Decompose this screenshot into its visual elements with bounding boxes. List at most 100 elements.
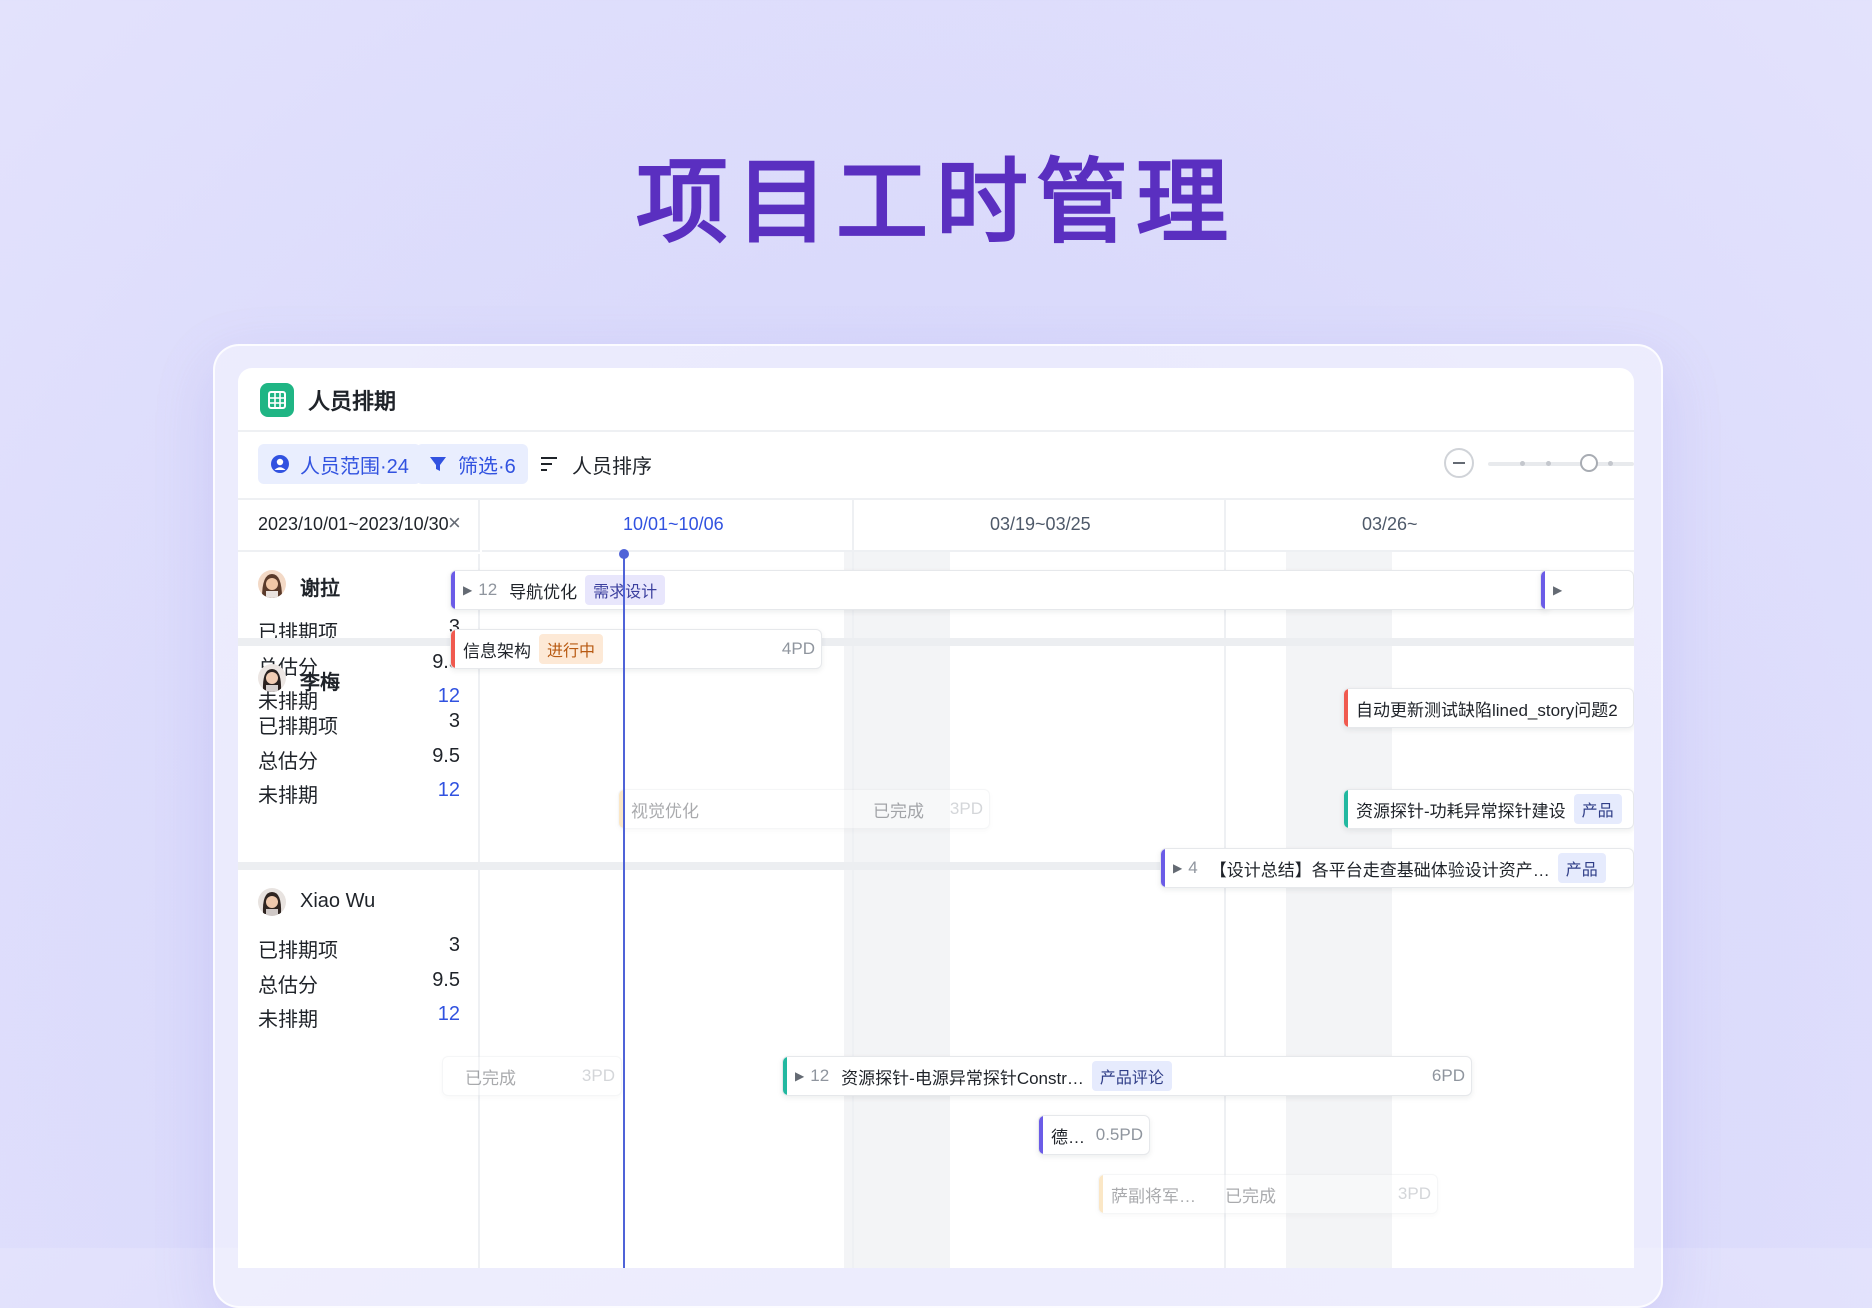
unscheduled-count[interactable]: 12: [438, 1003, 460, 1026]
task-effort: 3PD: [1397, 1184, 1431, 1203]
task-status-stripe: [783, 1057, 787, 1095]
week-label-current: 10/01~10/06: [623, 514, 724, 534]
total-score-label: 总估分: [258, 751, 318, 773]
sort-button[interactable]: 人员排序: [540, 444, 652, 484]
unscheduled-label: 未排期: [258, 1009, 318, 1031]
task-effort: 0.5PD: [1095, 1125, 1143, 1144]
user-circle-icon: [270, 454, 290, 474]
subtask-count: 12: [810, 1066, 830, 1085]
clear-date-icon[interactable]: ×: [448, 510, 461, 536]
task-title: 德…: [1051, 1127, 1085, 1147]
task-title: 资源探针-电源异常探针Constr…: [841, 1068, 1084, 1088]
scheduled-label: 已排期项: [258, 940, 338, 962]
task-tag: 产品: [1573, 794, 1622, 824]
app-title: 人员排期: [308, 389, 397, 414]
task-status-tag: 已完成: [465, 1068, 516, 1088]
people-scope-button[interactable]: 人员范围·24: [258, 444, 421, 484]
schedule-app: 人员排期 人员范围·24 筛选·6 人员排序 2023/10/01~2023/1…: [238, 368, 1634, 1268]
task-status-stripe: [1161, 849, 1165, 887]
task-status-stripe: [1344, 790, 1348, 828]
today-marker-line: [623, 553, 625, 1268]
task-status-tag: 已完成: [873, 801, 924, 821]
unscheduled-label: 未排期: [258, 785, 318, 807]
task-title: 导航优化: [509, 582, 578, 602]
task-bar[interactable]: ▶ 4 【设计总结】各平台走查基础体验设计资产… 产品: [1160, 848, 1634, 888]
task-status-stripe: [1541, 571, 1545, 609]
task-title: 视觉优化: [631, 801, 699, 821]
today-marker-dot: [619, 549, 629, 559]
sort-lines-icon: [540, 455, 560, 473]
task-bar[interactable]: 资源探针-功耗异常探针建设 产品: [1343, 789, 1634, 829]
task-effort: 4PD: [781, 639, 815, 658]
zoom-slider-handle[interactable]: [1580, 454, 1598, 472]
person-panel: 李梅 已排期项 3 总估分 9.5 未排期 12: [238, 646, 480, 862]
task-tag: 产品: [1557, 853, 1606, 883]
week-label: 03/19~03/25: [990, 514, 1091, 534]
total-score-label: 总估分: [258, 975, 318, 997]
expand-triangle-icon[interactable]: ▶: [463, 583, 472, 597]
week-header: 10/01~10/06: [482, 500, 852, 552]
people-scope-label: 人员范围·24: [300, 455, 409, 478]
task-tag: 产品评论: [1091, 1061, 1172, 1091]
person-name: 谢拉: [300, 578, 340, 600]
sort-label: 人员排序: [572, 455, 652, 478]
task-status-stripe: [1039, 1116, 1043, 1154]
zoom-tick: [1546, 461, 1551, 466]
weekend-column: [1286, 552, 1392, 1268]
task-bar-completed[interactable]: 已完成 3PD: [442, 1056, 622, 1096]
task-bar[interactable]: ▶ 12 资源探针-电源异常探针Constr… 产品评论 6PD: [782, 1056, 1472, 1096]
task-effort: 3PD: [949, 799, 983, 818]
scheduled-label: 已排期项: [258, 716, 338, 738]
task-bar[interactable]: 德… 0.5PD: [1038, 1115, 1150, 1155]
avatar[interactable]: [258, 888, 286, 916]
task-status-tag: 进行中: [539, 634, 604, 664]
task-title: 萨副将军…: [1111, 1186, 1196, 1206]
subtask-count: 4: [1188, 858, 1198, 877]
total-score-value: 9.5: [432, 969, 460, 991]
task-title: 自动更新测试缺陷lined_story问题2: [1356, 700, 1618, 720]
task-title: 资源探针-功耗异常探针建设: [1356, 801, 1566, 821]
week-label: 03/26~: [1362, 514, 1418, 534]
week-header: 03/19~03/25: [854, 500, 1224, 552]
avatar[interactable]: [258, 570, 286, 598]
task-effort: 6PD: [1431, 1066, 1465, 1085]
task-bar[interactable]: ▶: [1540, 570, 1634, 610]
subtask-count: 12: [478, 580, 498, 599]
task-bar[interactable]: ▶ 12 导航优化 需求设计: [450, 570, 1550, 610]
avatar[interactable]: [258, 664, 286, 692]
task-title: 信息架构: [463, 641, 531, 661]
hero-title: 项目工时管理: [635, 149, 1236, 256]
person-name: 李梅: [300, 672, 340, 694]
task-bar[interactable]: 自动更新测试缺陷lined_story问题2: [1343, 688, 1634, 728]
toolbar: 人员范围·24 筛选·6 人员排序: [238, 432, 1634, 500]
scheduled-count: 3: [448, 710, 460, 732]
filter-label: 筛选·6: [458, 455, 516, 478]
task-status-stripe: [1099, 1175, 1103, 1213]
task-bar-completed[interactable]: 萨副将军… 已完成 3PD: [1098, 1174, 1438, 1214]
task-bar-completed[interactable]: 视觉优化 已完成 3PD: [618, 789, 990, 829]
unscheduled-count[interactable]: 12: [438, 779, 460, 802]
zoom-tick: [1608, 461, 1613, 466]
date-range[interactable]: 2023/10/01~2023/10/30: [258, 514, 449, 535]
weekend-column: [844, 552, 950, 1268]
scheduled-count: 3: [448, 934, 460, 956]
task-status-stripe: [451, 571, 455, 609]
expand-triangle-icon[interactable]: ▶: [1173, 861, 1182, 875]
task-effort: 3PD: [581, 1066, 615, 1085]
filter-icon: [428, 454, 448, 474]
task-status-tag: 已完成: [1225, 1186, 1276, 1206]
expand-triangle-icon[interactable]: ▶: [795, 1069, 804, 1083]
task-title: 【设计总结】各平台走查基础体验设计资产…: [1209, 860, 1550, 880]
week-header: 03/26~: [1226, 500, 1634, 552]
title-bar: 人员排期: [238, 368, 1634, 432]
zoom-tick: [1520, 461, 1525, 466]
row-separator: [238, 638, 1634, 646]
expand-triangle-icon[interactable]: ▶: [1553, 583, 1562, 597]
filter-button[interactable]: 筛选·6: [416, 444, 528, 484]
zoom-out-button[interactable]: [1444, 448, 1474, 478]
task-status-stripe: [1344, 689, 1348, 727]
person-name: Xiao Wu: [300, 890, 376, 912]
task-bar[interactable]: 信息架构 进行中 4PD: [450, 629, 822, 669]
task-tag: 需求设计: [585, 575, 666, 605]
task-status-stripe: [451, 630, 455, 668]
